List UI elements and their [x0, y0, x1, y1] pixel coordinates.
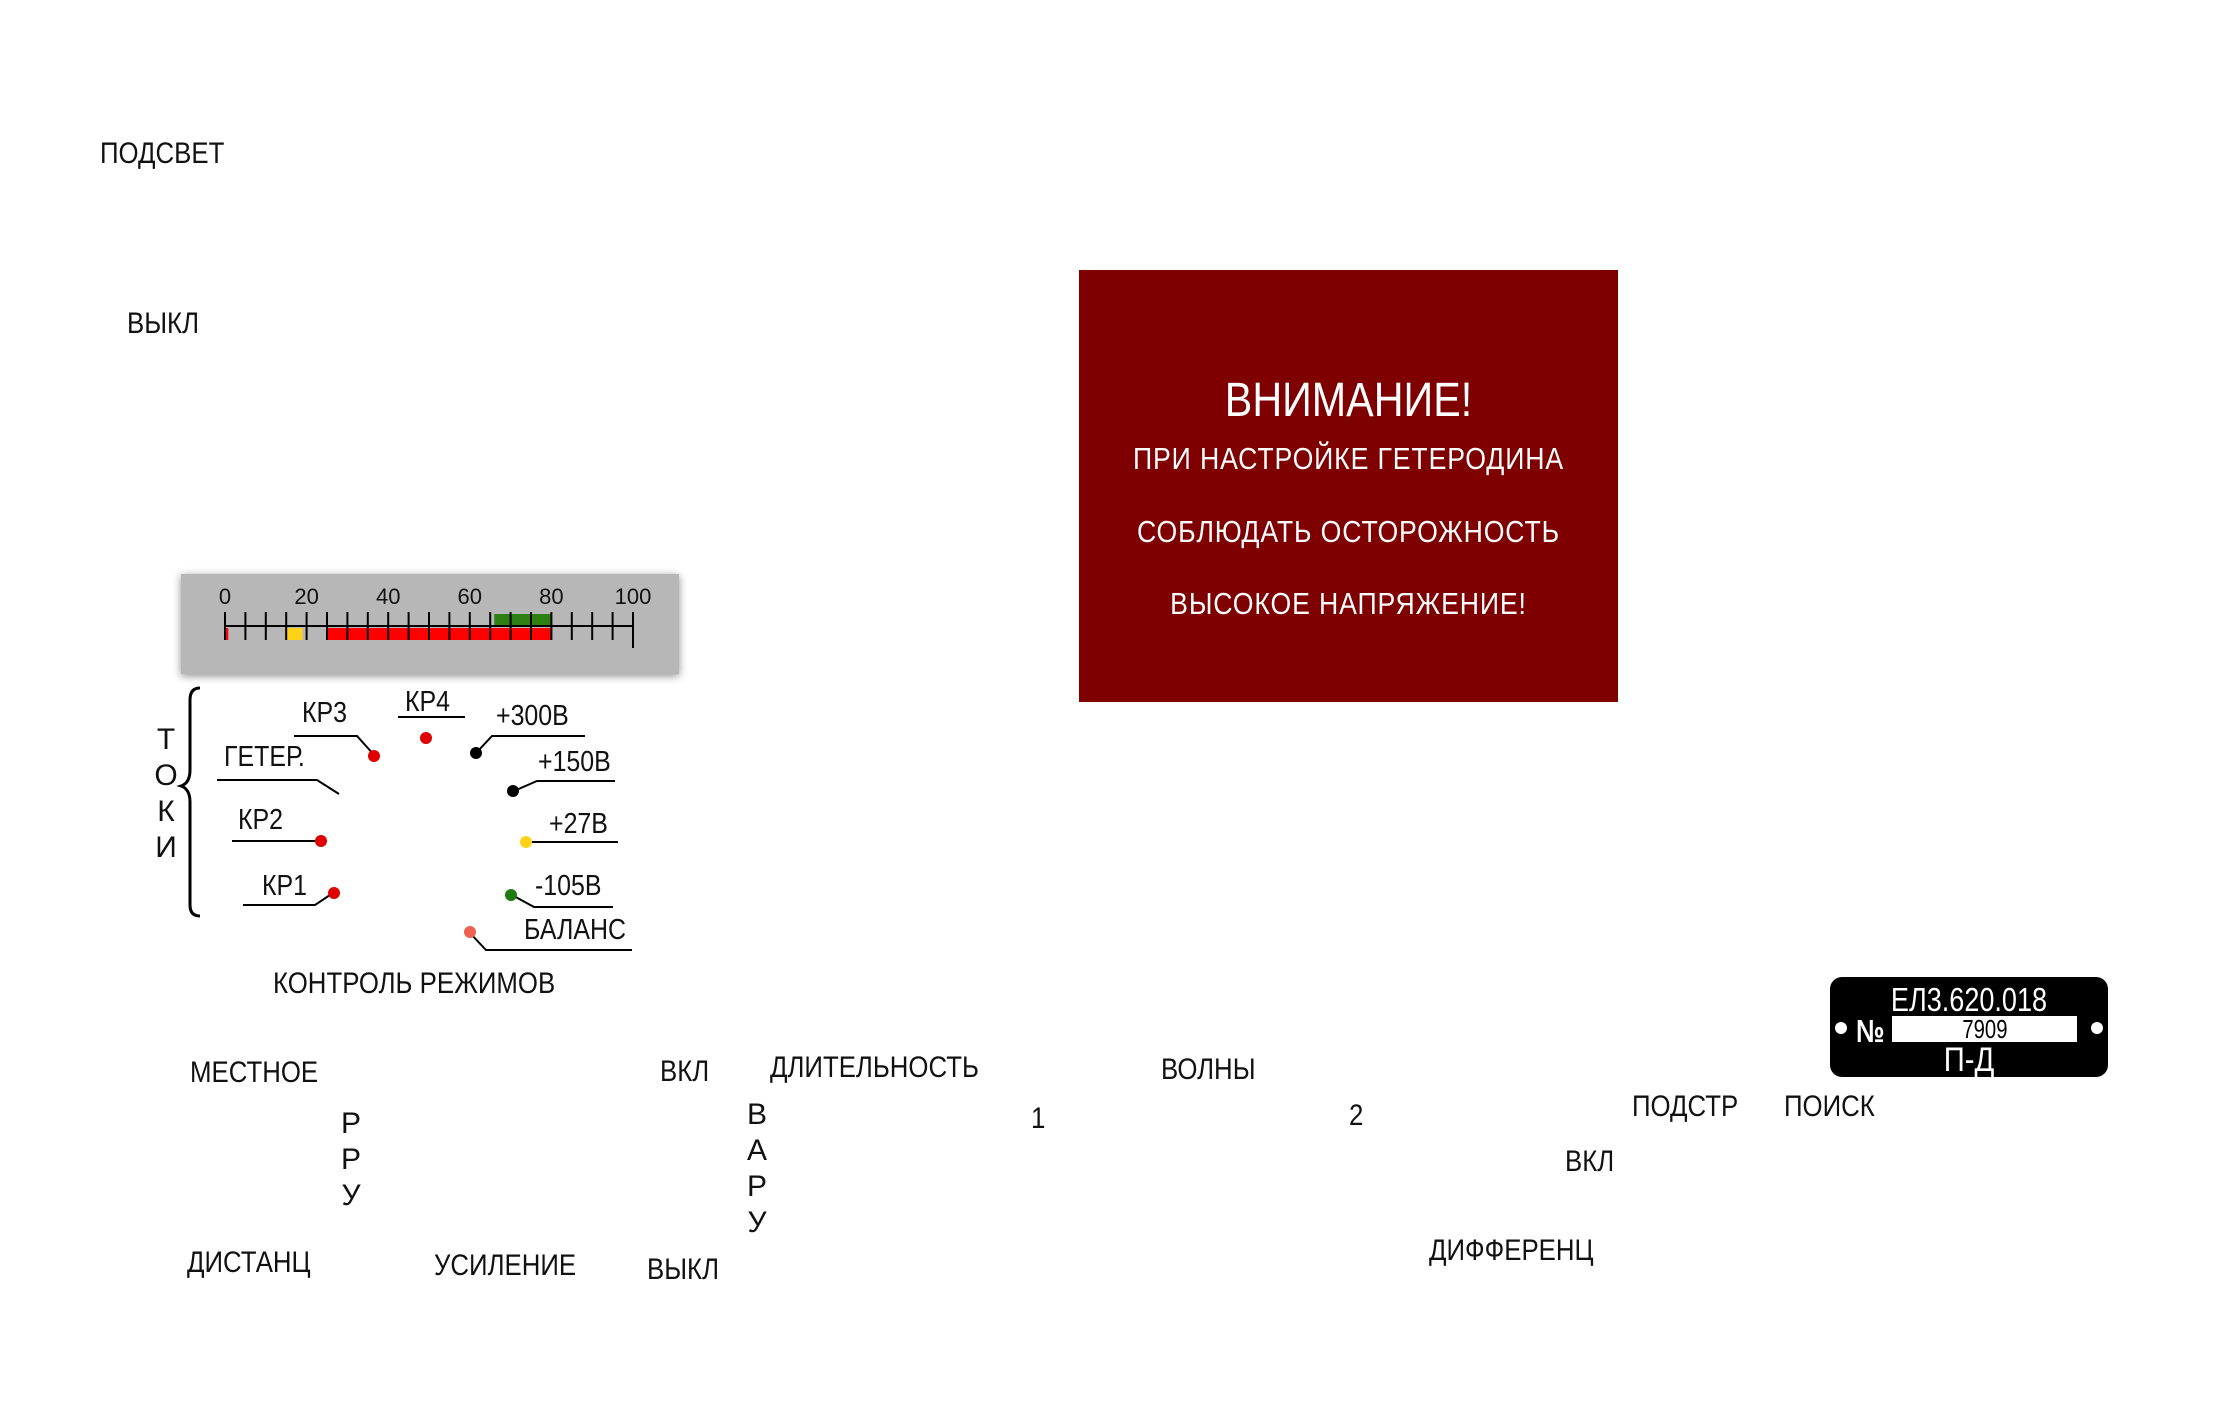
geter-leader: [217, 779, 340, 795]
v150-leader: [513, 780, 615, 792]
kr3-leader: [294, 735, 376, 757]
nameplate-serial-box: 7909: [1892, 1016, 2077, 1042]
duration-position-1: 1: [1031, 1102, 1046, 1135]
nameplate: ЕЛ3.620.018 № 7909 П-Д: [1830, 977, 2108, 1079]
backlight-off-label: ВЫКЛ: [127, 307, 200, 340]
mode-control-footer: КОНТРОЛЬ РЕЖИМОВ: [273, 967, 556, 1000]
meter-zone-2: [327, 628, 552, 640]
meter-label-40: 40: [376, 584, 400, 609]
nameplate-type: П-Д: [1943, 1041, 1995, 1079]
currents-label: ТОКИ: [154, 723, 178, 864]
mode-meter: 0 20 40 60 80 100: [181, 574, 679, 674]
remote-label: ДИСТАНЦ: [187, 1246, 311, 1279]
high-voltage-warning-panel: ВНИМАНИЕ! ПРИ НАСТРОЙКЕ ГЕТЕРОДИНА СОБЛЮ…: [1079, 270, 1618, 702]
currents-brace: [176, 686, 201, 918]
v27-indicator-dot: [520, 836, 532, 848]
kr4-label: КР4: [405, 686, 451, 718]
varu-off-label: ВЫКЛ: [647, 1253, 720, 1286]
varu-label: ВАРУ: [746, 1098, 767, 1239]
backlight-title: ПОДСВЕТ: [100, 137, 225, 170]
v300-indicator-dot: [470, 747, 482, 759]
meter-zone-3: [494, 614, 552, 626]
gain-label: УСИЛЕНИЕ: [434, 1249, 577, 1282]
meter-label-60: 60: [458, 584, 482, 609]
diff-on-label: ВКЛ: [1565, 1145, 1615, 1178]
v105-label: -105В: [535, 870, 602, 902]
kr1-indicator-dot: [328, 887, 340, 899]
meter-scale: 0 20 40 60 80 100: [219, 584, 652, 648]
kr4-indicator-dot: [420, 732, 432, 744]
meter-label-80: 80: [539, 584, 563, 609]
local-label: МЕСТНОЕ: [190, 1056, 319, 1089]
search-label: ПОИСК: [1784, 1090, 1875, 1123]
v300-label: +300В: [496, 700, 569, 732]
v105-indicator-dot: [505, 889, 517, 901]
meter-label-100: 100: [615, 584, 652, 609]
kr3-label: КР3: [302, 697, 348, 729]
screw-left-icon: [1835, 1022, 1847, 1034]
rru-label: РРУ: [340, 1107, 361, 1212]
warning-line-2: СОБЛЮДАТЬ ОСТОРОЖНОСТЬ: [1136, 514, 1561, 549]
kr2-indicator-dot: [315, 835, 327, 847]
warning-title: ВНИМАНИЕ!: [1224, 374, 1473, 427]
balance-label: БАЛАНС: [524, 914, 627, 946]
balance-indicator-dot: [464, 926, 476, 938]
waves-label: ВОЛНЫ: [1161, 1053, 1256, 1086]
warning-line-3: ВЫСОКОЕ НАПРЯЖЕНИЕ!: [1170, 586, 1527, 621]
v27-label: +27В: [549, 808, 608, 840]
meter-zone-1: [286, 628, 303, 640]
v150-indicator-dot: [507, 785, 519, 797]
geter-label: ГЕТЕР.: [224, 741, 305, 773]
v150-label: +150В: [538, 746, 611, 778]
duration-label: ДЛИТЕЛЬНОСТЬ: [770, 1051, 979, 1084]
kr2-label: КР2: [238, 804, 284, 836]
duration-position-2: 2: [1349, 1099, 1364, 1132]
screw-right-icon: [2091, 1022, 2103, 1034]
varu-on-label: ВКЛ: [660, 1055, 710, 1088]
meter-label-20: 20: [294, 584, 318, 609]
kr3-indicator-dot: [368, 750, 380, 762]
diff-label: ДИФФЕРЕНЦ: [1429, 1234, 1594, 1267]
kr1-label: КР1: [262, 870, 308, 902]
meter-label-0: 0: [219, 584, 231, 609]
warning-line-1: ПРИ НАСТРОЙКЕ ГЕТЕРОДИНА: [1133, 441, 1564, 476]
tune-label: ПОДСТР: [1632, 1090, 1739, 1123]
nameplate-serial: 7909: [1961, 1014, 2008, 1044]
